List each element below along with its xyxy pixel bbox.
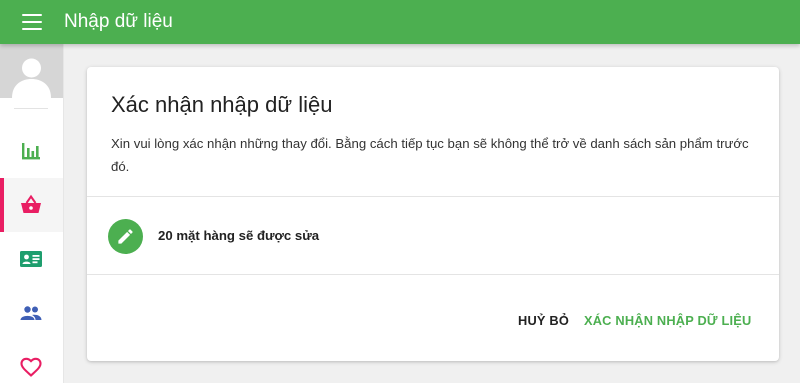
sidebar-item-favorites[interactable] <box>0 340 63 383</box>
bar-chart-icon <box>22 143 40 160</box>
avatar[interactable] <box>0 44 63 98</box>
sidebar <box>0 44 64 383</box>
heart-icon <box>20 357 42 377</box>
dialog-title: Xác nhận nhập dữ liệu <box>111 92 333 117</box>
user-icon <box>12 58 51 98</box>
sidebar-item-users[interactable] <box>0 286 63 340</box>
sidebar-divider <box>14 108 48 109</box>
edit-badge <box>108 219 143 254</box>
shopping-basket-icon <box>21 194 41 213</box>
dialog-divider <box>87 196 779 197</box>
app-bar: Nhập dữ liệu <box>0 0 800 44</box>
pencil-icon <box>118 229 133 244</box>
cancel-button[interactable]: HUỶ BỎ <box>518 311 569 331</box>
dialog-divider <box>87 274 779 275</box>
dialog-description: Xin vui lòng xác nhận những thay đổi. Bằ… <box>111 136 749 174</box>
sidebar-item-customers[interactable] <box>0 232 63 286</box>
summary-text: 20 mặt hàng sẽ được sửa <box>158 228 320 243</box>
group-icon <box>20 306 42 320</box>
sidebar-item-products[interactable] <box>0 178 63 232</box>
menu-icon[interactable] <box>22 14 42 30</box>
sidebar-item-stats[interactable] <box>0 124 63 178</box>
confirm-import-button[interactable]: XÁC NHẬN NHẬP DỮ LIỆU <box>584 311 751 331</box>
confirm-dialog: Xác nhận nhập dữ liệu Xin vui lòng xác n… <box>87 67 779 361</box>
contact-card-icon <box>20 251 42 267</box>
page-title: Nhập dữ liệu <box>64 11 173 32</box>
